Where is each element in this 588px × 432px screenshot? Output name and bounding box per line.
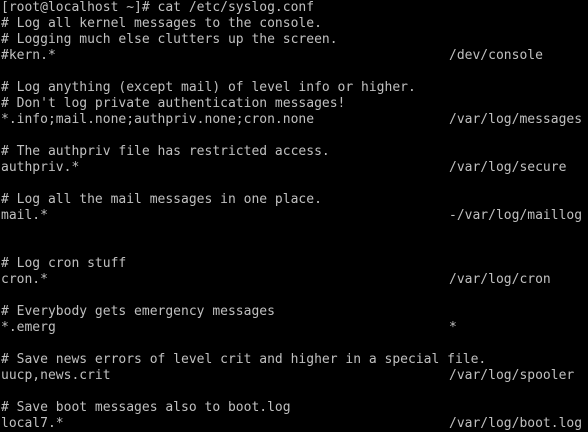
comment-line: # Log anything (except mail) of level in… bbox=[0, 80, 588, 96]
rule-selector: *.info;mail.none;authpriv.none;cron.none bbox=[1, 112, 315, 127]
rule-selector: authpriv.* bbox=[1, 160, 80, 175]
config-rule-line: mail.* -/var/log/maillog bbox=[0, 208, 588, 224]
rule-selector: mail.* bbox=[1, 208, 48, 223]
rule-action: /var/log/secure bbox=[449, 160, 567, 175]
comment-line: # Log all kernel messages to the console… bbox=[0, 16, 588, 32]
command-line: [root@localhost ~]# cat /etc/syslog.conf bbox=[0, 0, 588, 16]
config-rule-line: *.info;mail.none;authpriv.none;cron.none… bbox=[0, 112, 588, 128]
rule-selector: uucp,news.crit bbox=[1, 368, 111, 383]
line-text: # Log anything (except mail) of level in… bbox=[1, 80, 416, 95]
rule-action: /dev/console bbox=[449, 48, 543, 63]
comment-line: # Log all the mail messages in one place… bbox=[0, 192, 588, 208]
comment-line: # Save news errors of level crit and hig… bbox=[0, 352, 588, 368]
comment-line: # Log cron stuff bbox=[0, 256, 588, 272]
line-text: # Save news errors of level crit and hig… bbox=[1, 352, 487, 367]
line-text: # Log all the mail messages in one place… bbox=[1, 192, 322, 207]
comment-line: # Save boot messages also to boot.log bbox=[0, 400, 588, 416]
line-text: # Don't log private authentication messa… bbox=[1, 96, 346, 111]
rule-selector: local7.* bbox=[1, 416, 64, 431]
line-text: # Log all kernel messages to the console… bbox=[1, 16, 322, 31]
config-rule-line: cron.* /var/log/cron bbox=[0, 272, 588, 288]
line-text: # Save boot messages also to boot.log bbox=[1, 400, 291, 415]
comment-line: # Everybody gets emergency messages bbox=[0, 304, 588, 320]
comment-line: # Don't log private authentication messa… bbox=[0, 96, 588, 112]
rule-selector: #kern.* bbox=[1, 48, 56, 63]
config-rule-line: #kern.* /dev/console bbox=[0, 48, 588, 64]
rule-action: * bbox=[449, 320, 457, 335]
rule-selector: cron.* bbox=[1, 272, 48, 287]
comment-line: # The authpriv file has restricted acces… bbox=[0, 144, 588, 160]
config-rule-line: uucp,news.crit/var/log/spooler bbox=[0, 368, 588, 384]
rule-action: -/var/log/maillog bbox=[449, 208, 583, 223]
rule-selector: *.emerg bbox=[1, 320, 56, 335]
line-text: # Log cron stuff bbox=[1, 256, 127, 271]
rule-action: /var/log/boot.log bbox=[449, 416, 583, 431]
config-rule-line: *.emerg * bbox=[0, 320, 588, 336]
rule-action: /var/log/messages bbox=[449, 112, 583, 127]
rule-action: /var/log/cron bbox=[449, 272, 551, 287]
terminal-window[interactable]: [root@localhost ~]# cat /etc/syslog.conf… bbox=[0, 0, 588, 432]
shell-prompt: [root@localhost ~]# cat /etc/syslog.conf bbox=[1, 0, 315, 15]
line-text: # The authpriv file has restricted acces… bbox=[1, 144, 330, 159]
config-rule-line: local7.* /var/log/boot.log bbox=[0, 416, 588, 432]
line-text: # Everybody gets emergency messages bbox=[1, 304, 275, 319]
command-output: # Log all kernel messages to the console… bbox=[0, 16, 588, 432]
config-rule-line: authpriv.* /var/log/secure bbox=[0, 160, 588, 176]
rule-action: /var/log/spooler bbox=[449, 368, 575, 383]
comment-line: # Logging much else clutters up the scre… bbox=[0, 32, 588, 48]
line-text: # Logging much else clutters up the scre… bbox=[1, 32, 338, 47]
